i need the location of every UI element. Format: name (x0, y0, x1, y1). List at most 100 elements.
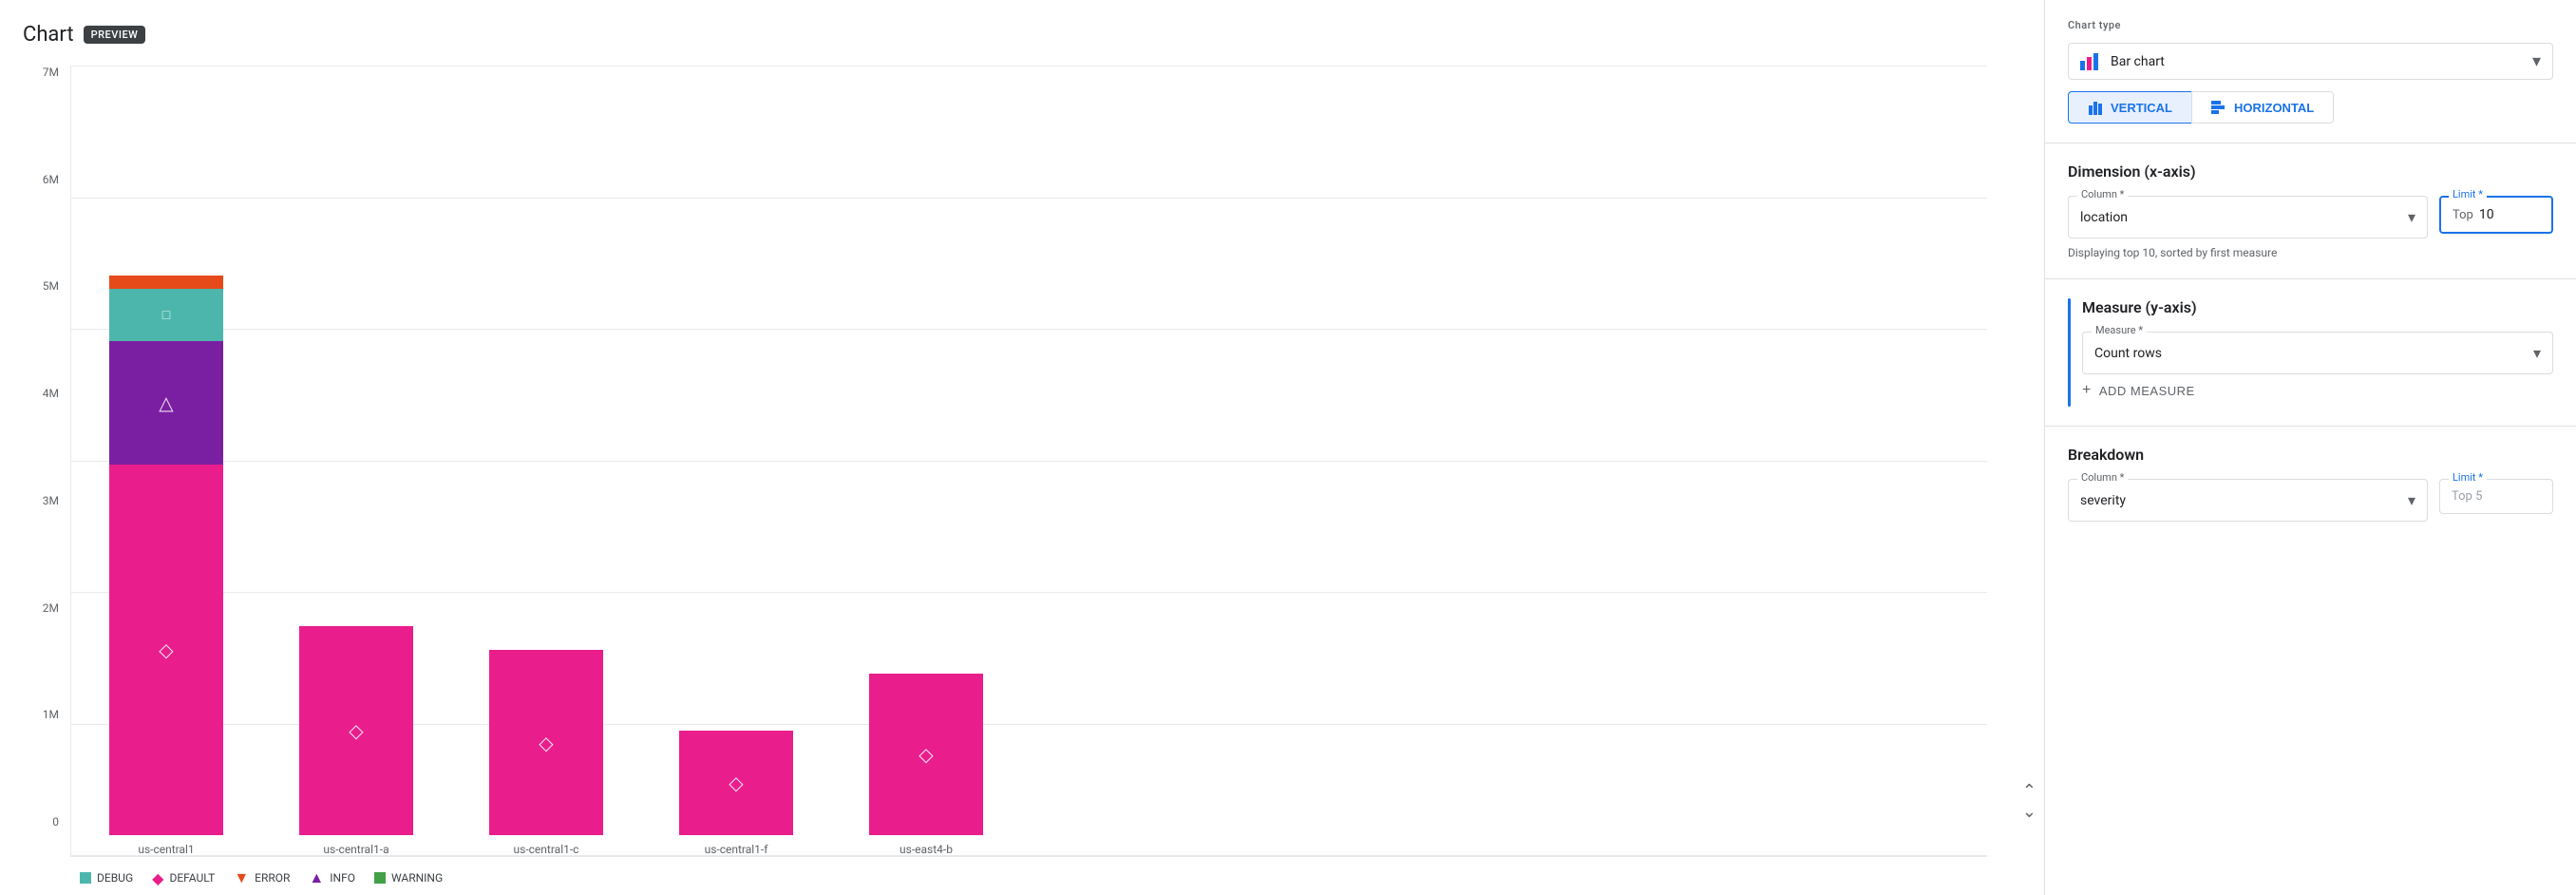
legend-color-warning (374, 872, 386, 884)
bar-stack-us-east4-b: ◇ (869, 674, 983, 835)
chart-type-inner: Bar chart (2080, 53, 2165, 70)
bar-stack-us-central1-f: ◇ (679, 731, 793, 835)
measure-heading: Measure (y-axis) (2082, 298, 2553, 316)
vertical-chart-icon (2088, 100, 2103, 115)
chart-title: Chart (23, 23, 74, 47)
column-field-value: location (2080, 210, 2128, 225)
bar-group-us-central1-c: ◇ us-central1-c (489, 650, 603, 856)
y-label-7m: 7M (43, 66, 59, 79)
x-label-us-east4-b: us-east4-b (900, 843, 953, 856)
chart-type-text: Bar chart (2111, 54, 2165, 69)
column-dropdown-arrow: ▾ (2408, 208, 2415, 226)
chart-type-dropdown-arrow: ▾ (2532, 51, 2541, 71)
y-label-5m: 5M (43, 279, 59, 293)
diamond-icon-a: ◇ (349, 719, 363, 742)
measure-section-inner: Measure (y-axis) Measure * Count rows ▾ … (2068, 298, 2553, 407)
legend-item-info: ▲ INFO (309, 868, 355, 887)
measure-field-inner[interactable]: Count rows ▾ (2082, 332, 2553, 374)
chart-header: Chart PREVIEW (23, 23, 2044, 47)
bar-stack-us-central1-c: ◇ (489, 650, 603, 835)
breakdown-column-value: severity (2080, 493, 2126, 508)
legend-icon-info: ▲ (309, 868, 324, 887)
vertical-button[interactable]: VERTICAL (2068, 91, 2191, 124)
chart-type-label: Chart type (2068, 19, 2553, 31)
chart-type-section: Chart type Bar chart ▾ VE (2045, 0, 2576, 143)
legend-item-debug: DEBUG (80, 871, 133, 885)
breakdown-dropdown-arrow: ▾ (2408, 491, 2415, 509)
measure-dropdown-arrow: ▾ (2533, 344, 2541, 362)
limit-prefix: Top (2453, 208, 2473, 222)
add-measure-button[interactable]: + ADD MEASURE (2082, 374, 2195, 407)
breakdown-column-inner[interactable]: severity ▾ (2068, 479, 2428, 522)
dimension-hint: Displaying top 10, sorted by first measu… (2068, 246, 2553, 259)
legend-icon-default: ◆ (152, 869, 163, 887)
y-axis: 7M 6M 5M 4M 3M 2M 1M 0 (23, 66, 70, 857)
bar-group-us-central1: ◇ △ □ (109, 276, 223, 856)
bar-group-us-central1-f: ◇ us-central1-f (679, 731, 793, 856)
dimension-section: Dimension (x-axis) Column * location ▾ L… (2045, 143, 2576, 279)
triangle-icon: △ (159, 391, 173, 414)
x-label-us-central1: us-central1 (138, 843, 194, 856)
legend-label-default: DEFAULT (169, 871, 215, 885)
dimension-heading: Dimension (x-axis) (2068, 162, 2553, 181)
vertical-label: VERTICAL (2111, 101, 2172, 115)
bar-segment-debug: □ (109, 289, 223, 341)
limit-field-inner[interactable]: Top (2439, 196, 2553, 234)
breakdown-column-label: Column * (2077, 471, 2128, 484)
bar-stack-us-central1: ◇ △ □ (109, 276, 223, 835)
y-label-2m: 2M (43, 601, 59, 615)
chevron-down-icon[interactable]: ⌄ (2022, 804, 2036, 821)
column-field: Column * location ▾ (2068, 196, 2428, 238)
limit-input[interactable] (2479, 207, 2508, 222)
bar-segment-default: ◇ (109, 465, 223, 835)
bar-segment-error (109, 276, 223, 289)
bar-stack-us-central1-a: ◇ (299, 626, 413, 835)
bars-wrapper: ◇ △ □ (71, 66, 1987, 856)
legend-label-error: ERROR (255, 871, 290, 885)
chart-type-selector[interactable]: Bar chart ▾ (2068, 43, 2553, 80)
legend-label-info: INFO (330, 871, 355, 885)
horizontal-label: HORIZONTAL (2234, 101, 2314, 115)
column-field-inner[interactable]: location ▾ (2068, 196, 2428, 238)
measure-content: Measure (y-axis) Measure * Count rows ▾ … (2071, 298, 2553, 407)
y-label-6m: 6M (43, 173, 59, 186)
bar-segment-default-c: ◇ (489, 650, 603, 835)
legend-item-warning: WARNING (374, 871, 443, 885)
right-panel: Chart type Bar chart ▾ VE (2044, 0, 2576, 895)
preview-badge: PREVIEW (84, 26, 146, 44)
plus-icon: + (2082, 382, 2092, 399)
measure-field-label: Measure * (2092, 324, 2147, 336)
y-label-0: 0 (52, 815, 59, 828)
bar-segment-default-a: ◇ (299, 626, 413, 835)
horizontal-chart-icon (2211, 100, 2226, 115)
breakdown-column-field: Column * severity ▾ (2068, 479, 2428, 522)
breakdown-section: Breakdown Column * severity ▾ Limit * To… (2045, 427, 2576, 541)
y-label-1m: 1M (43, 708, 59, 721)
x-label-us-central1-f: us-central1-f (705, 843, 768, 856)
square-icon: □ (162, 307, 170, 323)
measure-field-value: Count rows (2094, 346, 2162, 361)
add-measure-label: ADD MEASURE (2099, 384, 2195, 398)
legend-color-debug (80, 872, 91, 884)
y-label-3m: 3M (43, 494, 59, 507)
diamond-icon-f: ◇ (729, 771, 743, 794)
bar-segment-default-f: ◇ (679, 731, 793, 835)
chart-area: Chart PREVIEW 7M 6M 5M 4M 3M 2M 1M 0 (0, 0, 2044, 895)
legend-icon-error: ▼ (234, 868, 249, 887)
horizontal-button[interactable]: HORIZONTAL (2191, 91, 2334, 124)
bar-segment-default-e: ◇ (869, 674, 983, 835)
dimension-field-row: Column * location ▾ Limit * Top (2068, 196, 2553, 238)
bar-segment-info: △ (109, 341, 223, 465)
breakdown-limit-inner[interactable]: Top 5 (2439, 479, 2553, 514)
bars-area: ◇ △ □ (70, 66, 1987, 857)
chevron-up-icon[interactable]: ⌃ (2022, 783, 2036, 800)
measure-field: Measure * Count rows ▾ (2082, 332, 2553, 374)
bar-group-us-east4-b: ◇ us-east4-b (869, 674, 983, 856)
legend-item-error: ▼ ERROR (234, 868, 290, 887)
breakdown-limit-placeholder: Top 5 (2452, 489, 2482, 504)
chart-container: 7M 6M 5M 4M 3M 2M 1M 0 (23, 66, 2044, 895)
breakdown-field-row: Column * severity ▾ Limit * Top 5 (2068, 479, 2553, 522)
bar-chart-icon (2080, 53, 2101, 70)
breakdown-heading: Breakdown (2068, 446, 2553, 464)
orientation-buttons: VERTICAL HORIZONTAL (2068, 91, 2553, 124)
